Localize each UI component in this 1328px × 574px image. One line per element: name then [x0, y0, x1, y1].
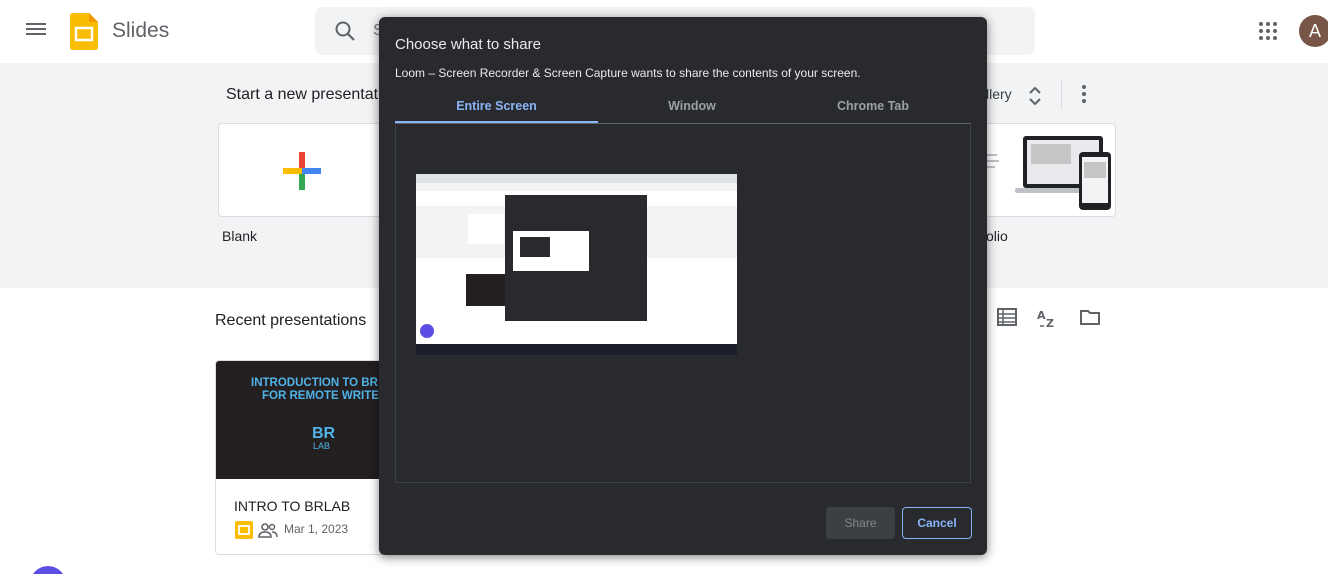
tab-chrome-tab[interactable]: Chrome Tab — [779, 95, 967, 123]
sort-az-icon[interactable]: A Z — [1036, 306, 1060, 330]
expand-collapse-icon[interactable] — [1026, 84, 1044, 108]
shared-people-icon — [258, 523, 278, 538]
source-picker-panel — [395, 123, 971, 483]
menu-bar — [26, 33, 46, 35]
main-menu-button[interactable] — [24, 20, 48, 42]
start-new-title: Start a new presentation — [226, 86, 400, 103]
account-avatar[interactable]: A — [1299, 15, 1328, 47]
recent-presentations-title: Recent presentations — [215, 312, 367, 329]
loom-floating-button[interactable] — [30, 566, 66, 574]
share-screen-dialog: Choose what to share Loom – Screen Recor… — [379, 17, 987, 555]
presentation-name: INTRO TO BRLAB — [234, 498, 351, 514]
svg-text:Z: Z — [1046, 317, 1054, 330]
google-apps-icon[interactable] — [1256, 19, 1280, 43]
cancel-button[interactable]: Cancel — [902, 507, 972, 539]
folder-icon[interactable] — [1079, 306, 1101, 328]
blank-template-label: Blank — [222, 228, 258, 244]
svg-text:A: A — [1037, 309, 1046, 322]
divider — [1061, 80, 1062, 110]
plus-icon — [283, 152, 321, 190]
tab-window[interactable]: Window — [598, 95, 786, 123]
entire-screen-preview[interactable] — [416, 174, 737, 355]
dialog-title: Choose what to share — [395, 36, 541, 53]
app-name: Slides — [112, 19, 170, 42]
template-gallery-toggle[interactable]: llery — [986, 86, 1012, 102]
tab-entire-screen[interactable]: Entire Screen — [395, 95, 598, 123]
list-view-icon[interactable] — [996, 306, 1018, 328]
more-options-icon[interactable] — [1075, 82, 1093, 106]
dialog-subtitle: Loom – Screen Recorder & Screen Capture … — [395, 66, 861, 80]
portfolio-template-label: olio — [986, 228, 1008, 244]
search-icon[interactable] — [333, 19, 357, 43]
page: Slides A Start a new presentation llery — [0, 0, 1328, 574]
blank-template-tile[interactable] — [218, 123, 386, 217]
slides-file-icon — [235, 521, 253, 539]
presentation-date: Mar 1, 2023 — [284, 522, 349, 536]
share-button[interactable]: Share — [826, 507, 895, 539]
thumb-logo-subtext: LAB — [313, 441, 331, 451]
slides-logo-icon[interactable] — [70, 13, 98, 50]
menu-bar — [26, 28, 46, 30]
menu-bar — [26, 23, 46, 25]
